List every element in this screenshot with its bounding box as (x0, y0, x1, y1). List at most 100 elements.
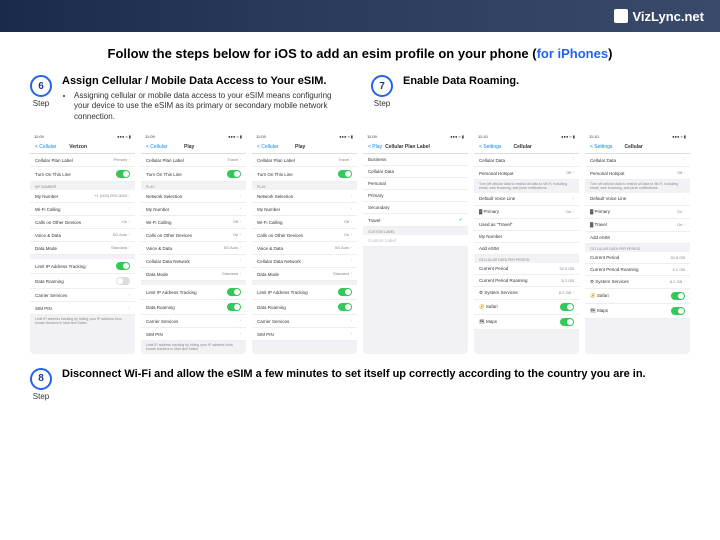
settings-row[interactable]: Add eSIM (585, 232, 690, 244)
settings-row[interactable]: Cellular Data Network› (141, 255, 246, 268)
settings-row[interactable]: Cellular Data› (585, 154, 690, 167)
settings-row[interactable]: SIM PIN› (141, 328, 246, 341)
step-badge-8: 8 (30, 368, 52, 390)
toggle-switch[interactable] (338, 288, 352, 296)
toggle-switch[interactable] (671, 307, 685, 315)
step8-title: Disconnect Wi-Fi and allow the eSIM a fe… (62, 368, 646, 380)
settings-row[interactable]: Cellular Plan LabelTravel › (141, 154, 246, 167)
settings-row[interactable]: Carrier Services› (252, 315, 357, 328)
settings-row[interactable]: Used as "Travel" (474, 219, 579, 231)
toggle-switch[interactable] (227, 170, 241, 178)
settings-row[interactable]: Wi-Fi Calling› (30, 203, 135, 216)
settings-row[interactable]: Cellular Data Network› (252, 255, 357, 268)
back-button[interactable]: < Cellular (257, 144, 278, 150)
option-row[interactable]: Business (363, 154, 468, 166)
settings-row[interactable]: 🗺 Maps (585, 304, 690, 319)
settings-row[interactable]: Carrier Services› (30, 289, 135, 302)
toggle-switch[interactable] (227, 288, 241, 296)
back-button[interactable]: < Settings (590, 144, 612, 150)
back-button[interactable]: < Cellular (146, 144, 167, 150)
settings-row[interactable]: Calls on Other DevicesOn › (30, 216, 135, 229)
settings-row[interactable]: Default Voice Line› (474, 193, 579, 206)
settings-row[interactable]: Network Selection› (141, 190, 246, 203)
step-badge-6: 6 (30, 75, 52, 97)
settings-row[interactable]: My Number (474, 231, 579, 243)
option-row[interactable]: Secondary (363, 202, 468, 214)
toggle-switch[interactable] (671, 292, 685, 300)
settings-row[interactable]: Wi-Fi CallingOff › (141, 216, 246, 229)
settings-row[interactable]: Personal HotspotOff › (585, 167, 690, 180)
settings-row[interactable]: Current Period Roaming5.2 GB (474, 275, 579, 287)
settings-row[interactable]: Limit IP Address Tracking (252, 285, 357, 300)
settings-row[interactable]: Cellular Plan LabelTravel › (252, 154, 357, 167)
settings-row[interactable]: Calls on Other DevicesOn › (252, 229, 357, 242)
settings-row[interactable]: Wi-Fi CallingOff › (252, 216, 357, 229)
option-row[interactable]: Primary (363, 190, 468, 202)
toggle-switch[interactable] (116, 262, 130, 270)
content-area: Follow the steps below for iOS to add an… (0, 32, 720, 411)
settings-row[interactable]: Data ModeStandard › (30, 242, 135, 255)
settings-row[interactable]: Data Roaming (141, 300, 246, 315)
toggle-switch[interactable] (338, 170, 352, 178)
back-button[interactable]: < Cellular (35, 144, 56, 150)
settings-row[interactable]: SIM PIN› (30, 302, 135, 315)
settings-row[interactable]: Cellular Data› (474, 154, 579, 167)
phone-screenshot: 11:10●●● ≈ ▮< SettingsCellularCellular D… (585, 132, 690, 353)
top-banner: VizLync.net (0, 0, 720, 32)
settings-row[interactable]: Network Selection› (252, 190, 357, 203)
phone-screenshot: 11:09●●● ≈ ▮< CellularPlayCellular Plan … (252, 132, 357, 353)
toggle-switch[interactable] (116, 277, 130, 285)
steps-row: 6 Step Assign Cellular / Mobile Data Acc… (30, 75, 690, 122)
settings-row[interactable]: Limit IP Address Tracking (30, 259, 135, 274)
step-6: 6 Step Assign Cellular / Mobile Data Acc… (30, 75, 349, 122)
settings-row[interactable]: Turn On This Line (30, 167, 135, 182)
settings-row[interactable]: 🗺 Maps (474, 315, 579, 330)
settings-row[interactable]: Data Roaming (30, 274, 135, 289)
back-button[interactable]: < Play (368, 144, 382, 150)
step-badge-7: 7 (371, 75, 393, 97)
settings-row[interactable]: Voice & Data5G Auto › (30, 229, 135, 242)
toggle-switch[interactable] (560, 318, 574, 326)
settings-row[interactable]: Current Period33.8 GB (585, 252, 690, 264)
settings-row[interactable]: ▓ PrimaryOn › (474, 206, 579, 219)
option-row[interactable]: Personal (363, 178, 468, 190)
settings-row[interactable]: 🧭 Safari (585, 289, 690, 304)
settings-row[interactable]: Cellular Plan LabelPrimary › (30, 154, 135, 167)
settings-row[interactable]: Voice & Data5G Auto › (252, 242, 357, 255)
settings-row[interactable]: Voice & Data5G Auto › (141, 242, 246, 255)
settings-row[interactable]: ▓ PrimaryOn › (585, 206, 690, 219)
settings-row[interactable]: My Number+1 (000) 000-0000 › (30, 190, 135, 203)
back-button[interactable]: < Settings (479, 144, 501, 150)
toggle-switch[interactable] (116, 170, 130, 178)
settings-row[interactable]: Calls on Other DevicesOn › (141, 229, 246, 242)
settings-row[interactable]: My Number› (141, 203, 246, 216)
step6-title: Assign Cellular / Mobile Data Access to … (62, 75, 349, 87)
settings-row[interactable]: My Number› (252, 203, 357, 216)
settings-row[interactable]: Turn On This Line (141, 167, 246, 182)
settings-row[interactable]: Data ModeStandard › (252, 268, 357, 281)
option-row[interactable]: Cellular Data (363, 166, 468, 178)
settings-row[interactable]: Personal HotspotOff › (474, 167, 579, 180)
settings-row[interactable]: ⚙ System Services8.2 GB › (474, 287, 579, 300)
step-label: Step (30, 99, 52, 108)
settings-row[interactable]: Default Voice Line› (585, 193, 690, 206)
step-7: 7 Step Enable Data Roaming. (371, 75, 690, 122)
settings-row[interactable]: Add eSIM (474, 243, 579, 255)
settings-row[interactable]: 🧭 Safari (474, 300, 579, 315)
settings-row[interactable]: ⚙ System Services8.2 GB › (585, 276, 690, 289)
settings-row[interactable]: Limit IP Address Tracking (141, 285, 246, 300)
settings-row[interactable]: Carrier Services› (141, 315, 246, 328)
toggle-switch[interactable] (227, 303, 241, 311)
toggle-switch[interactable] (560, 303, 574, 311)
settings-row[interactable]: Data ModeStandard › (141, 268, 246, 281)
settings-row[interactable]: Current Period33.5 GB (474, 263, 579, 275)
brand-icon (614, 9, 628, 23)
settings-row[interactable]: Turn On This Line (252, 167, 357, 182)
settings-row[interactable]: ▓ TravelOn › (585, 219, 690, 232)
settings-row[interactable]: Data Roaming (252, 300, 357, 315)
settings-row[interactable]: SIM PIN› (252, 328, 357, 341)
option-row[interactable]: Travel✓ (363, 214, 468, 227)
title-link[interactable]: for iPhones (537, 46, 609, 61)
toggle-switch[interactable] (338, 303, 352, 311)
settings-row[interactable]: Current Period Roaming5.2 GB (585, 264, 690, 276)
